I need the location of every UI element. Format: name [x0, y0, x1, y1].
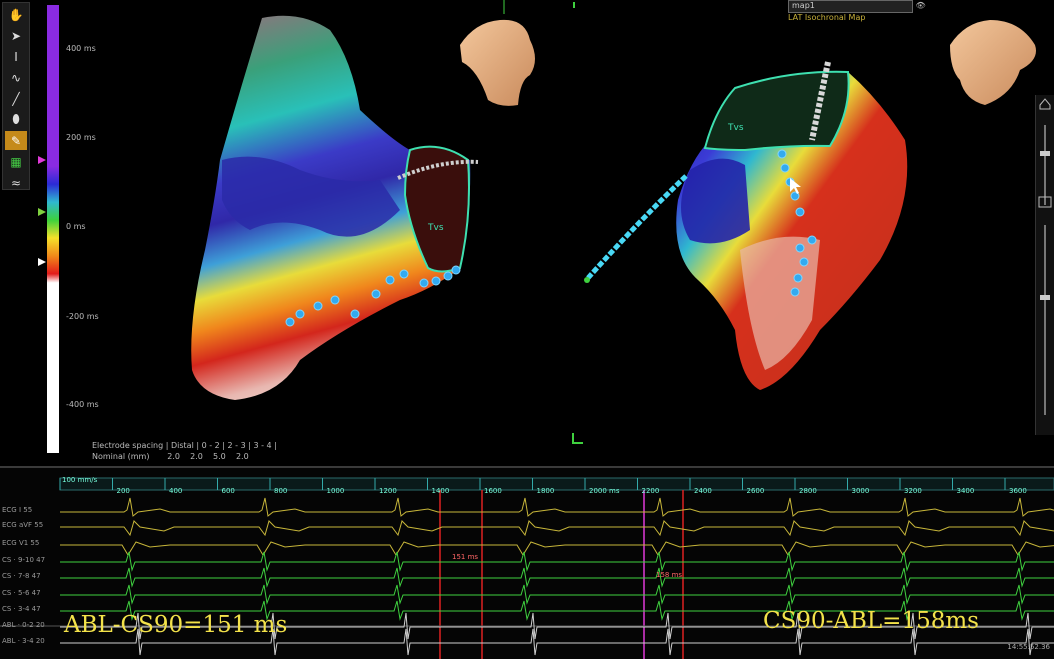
time-tick-label: 800: [274, 487, 288, 495]
ellipse-tool-icon[interactable]: ⬮: [5, 110, 27, 129]
right-zoom-controls: [1035, 95, 1054, 435]
line-tool-icon[interactable]: ╱: [5, 89, 27, 108]
scale-label: 400 ms: [66, 44, 96, 53]
interval-tag-left: 151 ms: [452, 553, 479, 561]
time-tick-label: 1000: [326, 487, 345, 495]
scale-marker-white[interactable]: [38, 258, 46, 266]
scale-label: -400 ms: [66, 400, 99, 409]
scale-label: 0 ms: [66, 222, 86, 231]
grid-tool-icon[interactable]: ▦: [5, 152, 27, 171]
scale-label: 200 ms: [66, 133, 96, 142]
channel-label[interactable]: CS · 5-6 47: [2, 589, 41, 597]
right-tvs-label: Tvs: [727, 123, 744, 133]
right-tv-annulus: [703, 70, 850, 152]
time-tick-label: 2600: [746, 487, 765, 495]
channel-label[interactable]: ECG aVF 55: [2, 521, 43, 529]
torso-orientation-icon-left[interactable]: [460, 19, 535, 106]
3d-map-canvas[interactable]: Tvs Tvs: [0, 0, 1054, 466]
catheter-tool-icon[interactable]: I: [5, 47, 27, 66]
time-tick-label: 3600: [1009, 487, 1027, 495]
right-blue-region: [681, 158, 750, 244]
time-tick-label: 400: [169, 487, 183, 495]
zoom-slider-handle[interactable]: [1040, 151, 1050, 156]
ecg-trace: [60, 567, 1054, 588]
time-tick-label: 1200: [379, 487, 397, 495]
channel-label[interactable]: CS · 3-4 47: [2, 605, 41, 613]
ecg-trace: [60, 497, 1054, 517]
eye-icon[interactable]: 👁: [916, 1, 926, 10]
home-icon[interactable]: [1039, 98, 1051, 110]
right-cs-catheter: [586, 174, 688, 280]
sweep-speed[interactable]: 100 mm/s: [62, 476, 97, 484]
brush-tool-icon[interactable]: ✎: [5, 131, 27, 150]
time-tick-label: 3400: [956, 487, 975, 495]
ecg-trace: [60, 520, 1054, 537]
scale-markers: [38, 156, 46, 266]
annotation-cs90-abl: CS90-ABL=158ms: [763, 608, 979, 634]
channel-label[interactable]: ABL · 3-4 20: [2, 637, 45, 645]
channel-label[interactable]: ABL · 0-2 20: [2, 621, 45, 629]
time-tick-label: 3200: [904, 487, 922, 495]
spacing-row-header: Electrode spacing | Distal | 0 - 2 | 2 -…: [92, 441, 277, 450]
channel-label[interactable]: CS · 9-10 47: [2, 556, 45, 564]
time-tick-label: 3000: [851, 487, 870, 495]
time-tick-label: 1600: [484, 487, 502, 495]
tool-palette: ✋ ➤ I ∿ ╱ ⬮ ✎ ▦ ≈: [2, 2, 30, 190]
interval-tag-right: 158 ms: [656, 571, 683, 579]
scale-marker-magenta[interactable]: [38, 156, 46, 164]
channel-label[interactable]: ECG V1 55: [2, 539, 39, 547]
view-corner-bottom-left: [572, 433, 583, 444]
scale-label: -200 ms: [66, 312, 99, 321]
ecg-trace: [60, 541, 1054, 556]
catheter-tip: [584, 277, 590, 283]
wave-tool-icon[interactable]: ≈: [5, 173, 27, 192]
pointer-icon[interactable]: ➤: [5, 26, 27, 45]
electrode-spacing-table: Electrode spacing | Distal | 0 - 2 | 2 -…: [92, 440, 277, 462]
channel-label[interactable]: CS · 7-8 47: [2, 572, 41, 580]
curve-tool-icon[interactable]: ∿: [5, 68, 27, 87]
time-tick-label: 2200: [641, 487, 660, 495]
time-tick-label: 2800: [799, 487, 817, 495]
time-tick-label: 2000 ms: [589, 487, 620, 495]
time-tick-label: 2400: [694, 487, 712, 495]
left-tvs-label: Tvs: [427, 223, 444, 233]
ecg-trace: [60, 551, 1054, 572]
time-tick-label: 1800: [536, 487, 555, 495]
rotate-slider-handle[interactable]: [1040, 295, 1050, 300]
time-tick-label: 1400: [431, 487, 450, 495]
annotation-abl-cs90: ABL-CS90=151 ms: [64, 612, 288, 638]
ecg-trace: [60, 584, 1054, 605]
torso-orientation-icon-right[interactable]: [950, 20, 1036, 105]
clock-readout: 14:55:52.36: [1007, 643, 1050, 651]
channel-label[interactable]: ECG I 55: [2, 506, 32, 514]
map-subtitle: LAT Isochronal Map: [788, 13, 866, 22]
time-tick-label: 200: [116, 487, 130, 495]
spacing-row-values: Nominal (mm) 2.0 2.0 5.0 2.0: [92, 452, 249, 461]
3d-map-viewport[interactable]: Tvs Tvs ✋ ➤ I ∿ ╱ ⬮ ✎ ▦ ≈ 400 ms 200 ms …: [0, 0, 1054, 466]
hand-icon[interactable]: ✋: [5, 5, 27, 24]
map-info: map1 👁 LAT Isochronal Map: [788, 0, 926, 22]
time-tick-label: 600: [221, 487, 235, 495]
scale-marker-green[interactable]: [38, 208, 46, 216]
map-selector[interactable]: map1: [788, 0, 913, 13]
